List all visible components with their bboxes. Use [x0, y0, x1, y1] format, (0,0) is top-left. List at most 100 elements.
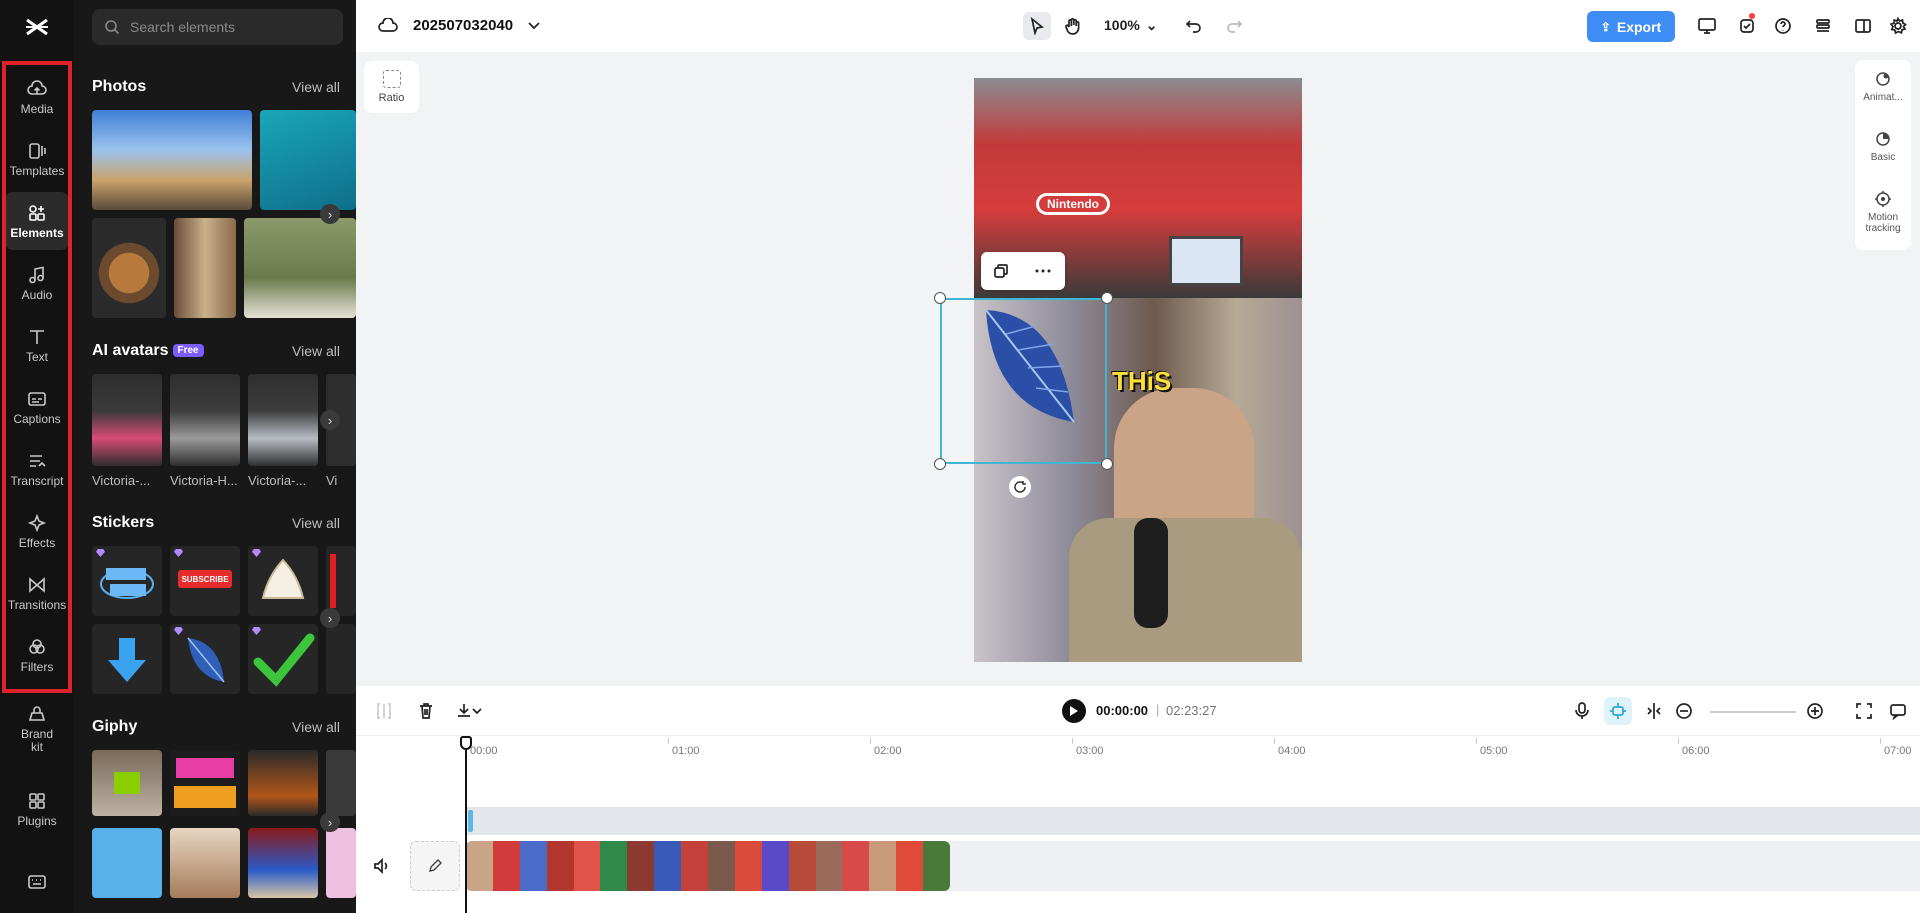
timeline-zoom-slider[interactable] [1710, 711, 1796, 713]
captions-icon [26, 388, 48, 410]
rotate-icon[interactable] [1009, 476, 1031, 498]
split-icon[interactable] [370, 697, 398, 725]
nav-media[interactable]: Media [5, 68, 69, 126]
sticker-track[interactable] [466, 807, 1920, 835]
photos-next-arrow-icon[interactable]: › [320, 204, 340, 224]
resize-handle-bottom-right[interactable] [1101, 458, 1113, 470]
nav-plugins[interactable]: Plugins [5, 780, 69, 838]
photos-view-all-link[interactable]: View all [292, 79, 340, 95]
zoom-level-dropdown[interactable]: 100% ⌄ [1104, 17, 1157, 34]
nav-filters[interactable]: Filters [5, 626, 69, 684]
giphy-retro[interactable] [248, 750, 318, 816]
photo-food[interactable] [92, 218, 166, 318]
ratio-button[interactable]: Ratio [364, 61, 419, 113]
prop-tab-basic[interactable]: Basic [1855, 130, 1911, 163]
sticker-chinese-text[interactable] [92, 546, 162, 616]
avatar-victoria-3[interactable] [248, 374, 318, 466]
nav-audio[interactable]: Audio [5, 254, 69, 312]
nav-brand-kit[interactable]: Brand kit [5, 698, 69, 758]
photo-ocean[interactable] [260, 110, 356, 210]
delete-trash-icon[interactable] [412, 697, 440, 725]
fullscreen-icon[interactable] [1850, 697, 1878, 725]
prop-tab-motion-tracking[interactable]: Motion tracking [1855, 190, 1911, 234]
undo-icon[interactable] [1180, 12, 1208, 40]
giphy-happy-birthday[interactable] [170, 750, 240, 816]
redo-icon[interactable] [1220, 12, 1248, 40]
playhead-handle[interactable] [460, 736, 472, 750]
resize-handle-top-right[interactable] [1101, 292, 1113, 304]
avatar-victoria-2[interactable] [170, 374, 240, 466]
more-options-icon[interactable] [1029, 257, 1057, 285]
nav-elements[interactable]: Elements [5, 192, 69, 250]
caption-text-this[interactable]: THiS [1112, 366, 1171, 397]
free-badge: Free [173, 344, 204, 357]
photo-street[interactable] [174, 218, 236, 318]
nav-transcript[interactable]: Transcript [5, 440, 69, 498]
giphy-partial[interactable] [326, 750, 356, 816]
present-screen-icon[interactable] [1693, 12, 1721, 40]
prop-tab-animation[interactable]: Animat... [1855, 70, 1911, 103]
nav-templates[interactable]: Templates [5, 130, 69, 188]
microphone-icon[interactable] [1568, 697, 1596, 725]
download-chevron-down-icon[interactable] [470, 697, 484, 725]
giphy-partial-2[interactable] [326, 828, 356, 898]
sticker-subscribe[interactable]: SUBSCRIBE [170, 546, 240, 616]
sticker-whipped-cream[interactable] [248, 546, 318, 616]
layers-stack-icon[interactable] [1809, 12, 1837, 40]
chevron-down-icon[interactable] [520, 12, 548, 40]
split-clip-icon[interactable] [1640, 697, 1668, 725]
sticker-partial-2[interactable] [326, 624, 356, 694]
ai-avatars-view-all-link[interactable]: View all [292, 343, 340, 359]
resize-handle-bottom-left[interactable] [934, 458, 946, 470]
notifications-icon[interactable] [1733, 12, 1761, 40]
cloud-save-icon[interactable] [374, 12, 402, 40]
giphy-thinking-about-you[interactable] [92, 828, 162, 898]
zoom-in-icon[interactable] [1801, 697, 1829, 725]
magnet-snap-icon[interactable] [1604, 697, 1632, 725]
timeline-ruler[interactable]: 00:00 01:00 02:00 03:00 04:00 05:00 06:0… [356, 736, 1920, 762]
nintendo-sign-text: Nintendo [1036, 193, 1110, 215]
avatars-next-arrow-icon[interactable]: › [320, 410, 340, 430]
project-title[interactable]: 202507032040 [413, 17, 513, 34]
duplicate-icon[interactable] [987, 257, 1015, 285]
help-icon[interactable] [1769, 12, 1797, 40]
comment-icon[interactable] [1884, 697, 1912, 725]
nav-text[interactable]: Text [5, 316, 69, 374]
nav-captions[interactable]: Captions [5, 378, 69, 436]
giphy-brat[interactable] [92, 750, 162, 816]
search-elements-input[interactable]: Search elements [92, 9, 343, 45]
play-button[interactable] [1062, 699, 1086, 723]
sticker-selection-box[interactable] [940, 298, 1107, 464]
giphy-dog[interactable] [170, 828, 240, 898]
avatar-victoria-1[interactable] [92, 374, 162, 466]
resize-handle-top-left[interactable] [934, 292, 946, 304]
giphy-next-arrow-icon[interactable]: › [320, 812, 340, 832]
settings-gear-icon[interactable] [1884, 12, 1912, 40]
stickers-view-all-link[interactable]: View all [292, 515, 340, 531]
nav-transitions[interactable]: Transitions [5, 564, 69, 622]
stickers-next-arrow-icon[interactable]: › [320, 608, 340, 628]
video-clip[interactable] [466, 841, 950, 891]
track-volume-icon[interactable] [368, 852, 396, 880]
hand-pan-icon[interactable] [1059, 12, 1087, 40]
sticker-blue-arrow[interactable] [92, 624, 162, 694]
giphy-superman[interactable] [248, 828, 318, 898]
select-pointer-icon[interactable] [1023, 12, 1051, 40]
nav-media-label: Media [21, 103, 54, 116]
playhead[interactable] [465, 736, 467, 913]
giphy-view-all-link[interactable]: View all [292, 719, 340, 735]
sticker-green-check[interactable] [248, 624, 318, 694]
export-button[interactable]: ⇪Export [1587, 11, 1675, 42]
photo-city-skyline[interactable] [92, 110, 252, 210]
sticker-partial[interactable] [326, 546, 356, 616]
capcut-logo-icon[interactable] [22, 14, 52, 40]
split-panel-icon[interactable] [1849, 12, 1877, 40]
keyboard-shortcuts-button[interactable] [5, 866, 69, 900]
sticker-clip[interactable] [468, 810, 473, 832]
zoom-out-icon[interactable] [1670, 697, 1698, 725]
nav-effects[interactable]: Effects [5, 502, 69, 560]
cover-edit-button[interactable] [410, 841, 460, 891]
clip-frame [627, 841, 654, 891]
photo-dog[interactable] [244, 218, 356, 318]
sticker-blue-leaf[interactable] [170, 624, 240, 694]
